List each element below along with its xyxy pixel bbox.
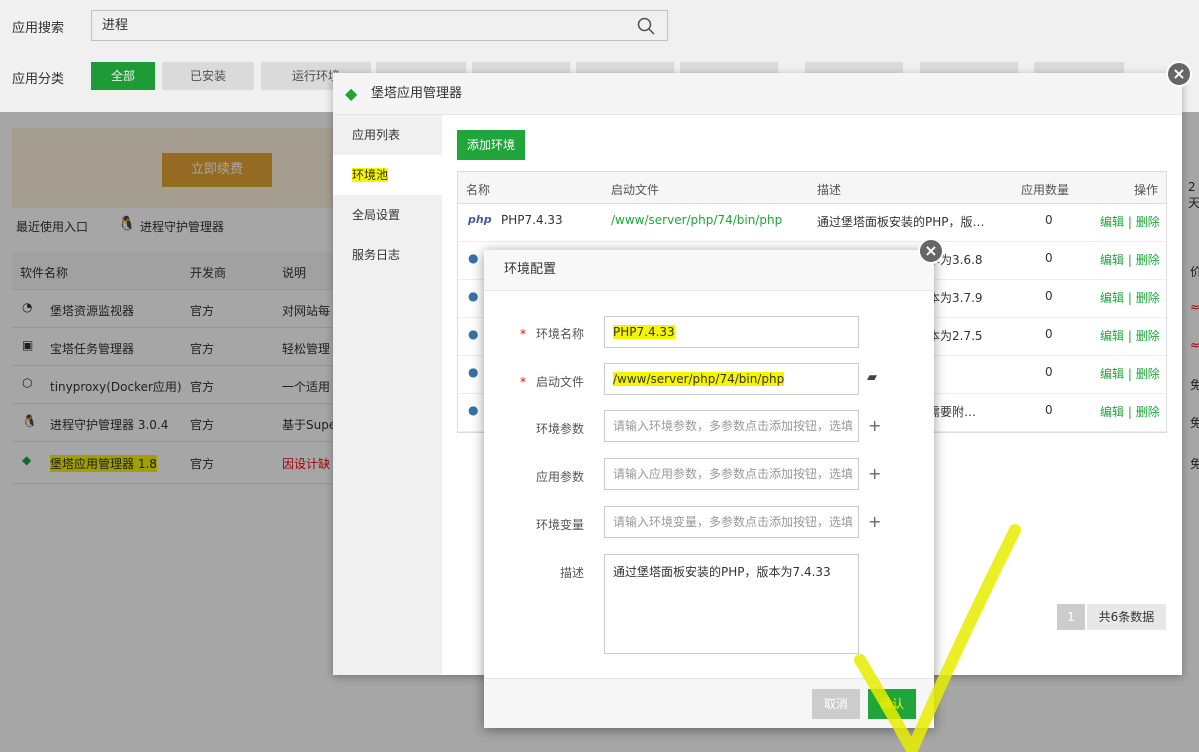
python-icon: ●	[468, 327, 479, 341]
required-mark: *	[519, 375, 526, 389]
field-label: * 启动文件	[484, 373, 584, 390]
python-icon: ●	[468, 403, 479, 417]
dialog-title: 堡塔应用管理器	[371, 86, 463, 101]
field-label: 环境变量	[535, 518, 584, 532]
op-separator: |	[1127, 329, 1132, 343]
delete-link[interactable]: 删除	[1136, 367, 1160, 381]
col-file: 启动文件	[611, 183, 660, 197]
input-value: PHP7.4.33	[613, 325, 675, 339]
env-count: 0	[1045, 213, 1053, 227]
col-desc: 描述	[817, 183, 842, 197]
add-env-button[interactable]: 添加环境	[457, 130, 525, 160]
sidebar-item-label: 环境池	[352, 168, 389, 182]
op-separator: |	[1127, 367, 1132, 381]
python-icon: ●	[468, 289, 479, 303]
python-icon: ●	[468, 251, 479, 265]
app-manager-icon: ◆	[345, 84, 358, 103]
env-table-header: 名称 启动文件 描述 应用数量 操作	[458, 172, 1166, 204]
env-desc: 本为3.7.9	[928, 291, 983, 305]
env-count: 0	[1045, 327, 1053, 341]
sidebar-item-service-log[interactable]: 服务日志	[333, 235, 442, 275]
delete-link[interactable]: 删除	[1136, 253, 1160, 267]
col-name: 名称	[466, 183, 491, 197]
field-label: 描述	[559, 566, 584, 580]
op-separator: |	[1127, 253, 1132, 267]
folder-icon[interactable]: ▰	[867, 370, 877, 385]
python-icon: ●	[468, 365, 479, 379]
op-separator: |	[1127, 215, 1132, 229]
env-params-input[interactable]: 请输入环境参数，多参数点击添加按钮，选填	[604, 410, 859, 442]
description-textarea[interactable]: 通过堡塔面板安装的PHP，版本为7.4.33	[604, 554, 859, 654]
env-count: 0	[1045, 289, 1053, 303]
field-label-text: 启动文件	[535, 375, 584, 389]
required-mark: *	[519, 327, 526, 341]
edit-link[interactable]: 编辑	[1100, 253, 1124, 267]
checkmark-annotation	[854, 524, 1021, 752]
edit-link[interactable]: 编辑	[1100, 367, 1124, 381]
close-icon[interactable]: ×	[1166, 61, 1192, 87]
table-row[interactable]: php PHP7.4.33 /www/server/php/74/bin/php…	[458, 204, 1166, 242]
add-env-param-icon[interactable]: +	[868, 416, 881, 435]
close-icon[interactable]: ×	[918, 238, 944, 264]
app-params-input[interactable]: 请输入应用参数，多参数点击添加按钮，选填	[604, 458, 859, 490]
env-vars-input[interactable]: 请输入环境变量，多参数点击添加按钮，选填	[604, 506, 859, 538]
edit-link[interactable]: 编辑	[1100, 329, 1124, 343]
op-separator: |	[1127, 405, 1132, 419]
input-value: /www/server/php/74/bin/php	[613, 372, 785, 386]
field-label-text: 环境名称	[535, 327, 584, 341]
field-label: 应用参数	[535, 470, 584, 484]
start-file-input[interactable]: /www/server/php/74/bin/php	[604, 363, 859, 395]
field-label: 环境参数	[535, 422, 584, 436]
env-config-title: 环境配置	[484, 250, 934, 291]
col-count: 应用数量	[1021, 183, 1070, 197]
pagination-total: 共6条数据	[1087, 604, 1166, 630]
field-label: * 环境名称	[484, 325, 584, 342]
sidebar-item-env-pool[interactable]: 环境池	[333, 155, 442, 195]
env-name: PHP7.4.33	[501, 213, 563, 227]
op-separator: |	[1127, 291, 1132, 305]
delete-link[interactable]: 删除	[1136, 329, 1160, 343]
env-desc: 通过堡塔面板安装的PHP，版…	[817, 215, 985, 229]
sidebar-item-global-settings[interactable]: 全局设置	[333, 195, 442, 235]
delete-link[interactable]: 删除	[1136, 405, 1160, 419]
edit-link[interactable]: 编辑	[1100, 291, 1124, 305]
php-icon: php	[468, 213, 492, 226]
pagination-page[interactable]: 1	[1057, 604, 1085, 630]
env-desc: 本为2.7.5	[928, 329, 983, 343]
env-count: 0	[1045, 365, 1053, 379]
dialog-sidebar: 应用列表 环境池 全局设置 服务日志	[333, 115, 442, 675]
col-op: 操作	[1134, 183, 1159, 197]
dialog-header: ◆ 堡塔应用管理器	[333, 73, 1182, 115]
env-count: 0	[1045, 403, 1053, 417]
edit-link[interactable]: 编辑	[1100, 405, 1124, 419]
add-app-param-icon[interactable]: +	[868, 464, 881, 483]
delete-link[interactable]: 删除	[1136, 215, 1160, 229]
env-desc: 需要附…	[928, 405, 977, 419]
env-file: /www/server/php/74/bin/php	[611, 213, 783, 227]
edit-link[interactable]: 编辑	[1100, 215, 1124, 229]
env-count: 0	[1045, 251, 1053, 265]
delete-link[interactable]: 删除	[1136, 291, 1160, 305]
sidebar-item-app-list[interactable]: 应用列表	[333, 115, 442, 155]
env-name-input[interactable]: PHP7.4.33	[604, 316, 859, 348]
